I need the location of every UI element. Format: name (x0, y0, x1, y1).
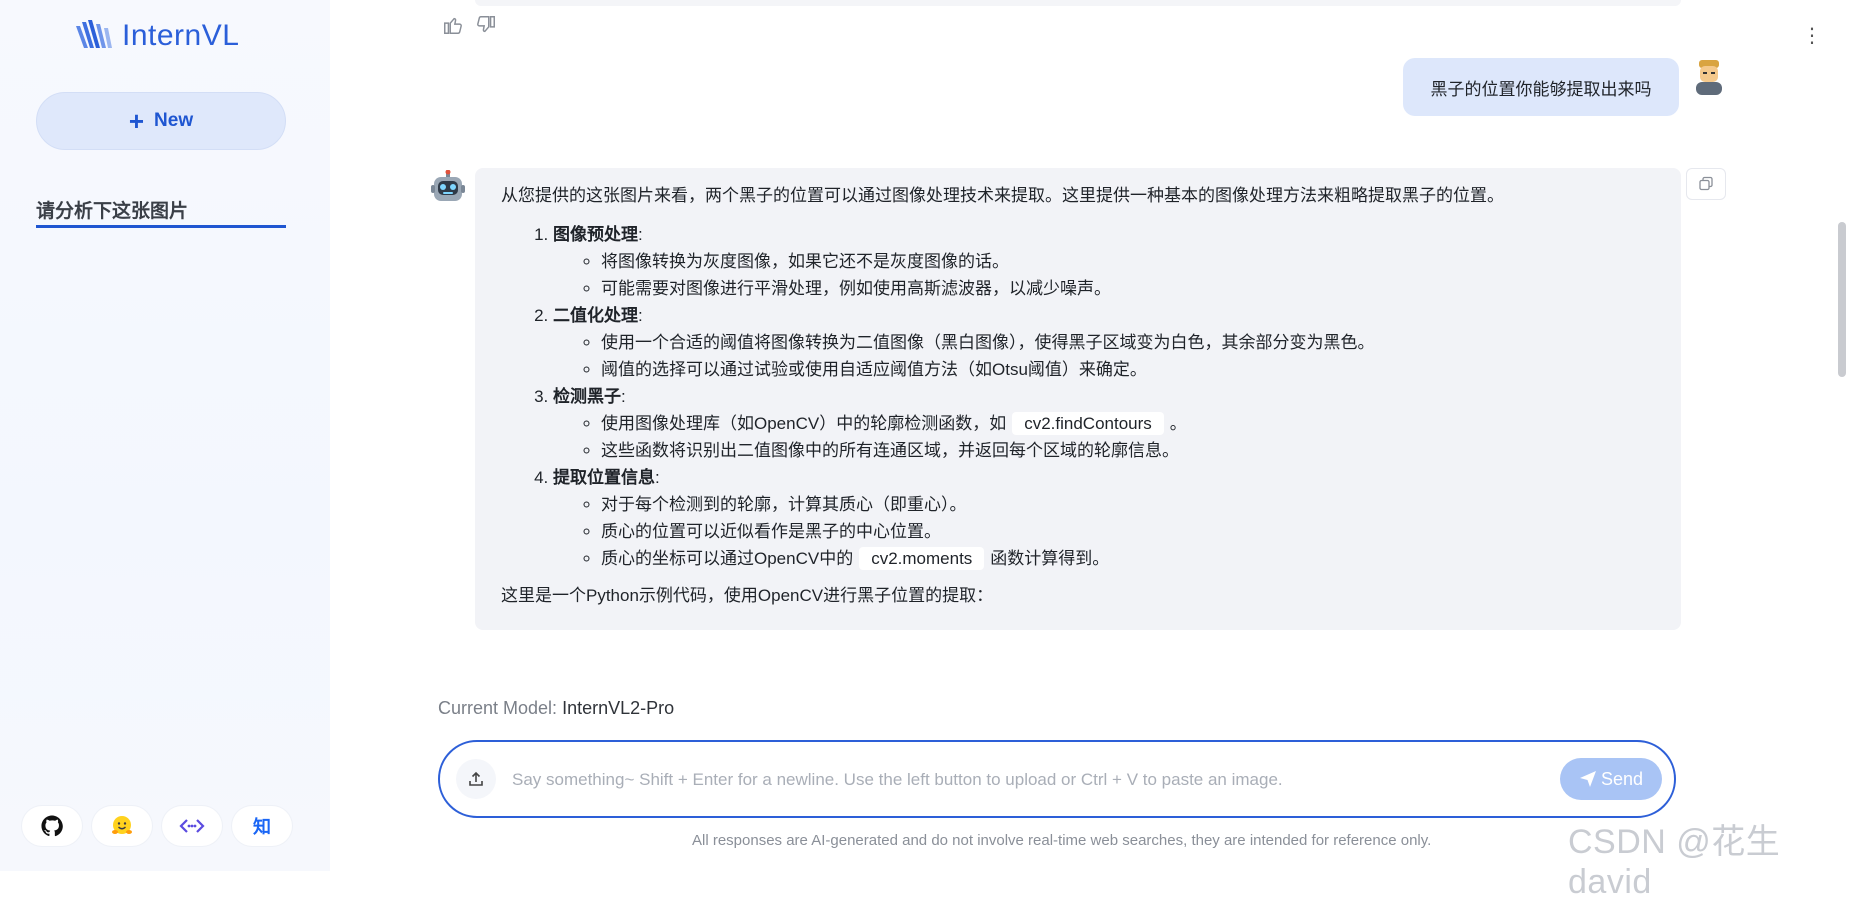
user-avatar-icon (1696, 60, 1722, 95)
upload-button[interactable] (456, 759, 496, 799)
thumbs-down-icon (477, 16, 495, 33)
point-text: 使用图像处理库（如OpenCV）中的轮廓检测函数，如 (601, 414, 1007, 433)
step-colon: : (638, 306, 643, 325)
thumbs-up-icon (444, 17, 462, 34)
message-input[interactable] (510, 762, 1524, 798)
send-icon (1579, 771, 1596, 787)
upload-icon (469, 771, 483, 786)
step-points: 使用一个合适的阈值将图像转换为二值图像（黑白图像），使得黑子区域变为白色，其余部… (553, 329, 1655, 383)
point-text: 质心的坐标可以通过OpenCV中的 (601, 549, 854, 568)
assistant-avatar-icon (431, 170, 465, 201)
step-point: 将图像转换为灰度图像，如果它还不是灰度图像的话。 (601, 248, 1655, 275)
github-icon (41, 815, 63, 837)
step-item: 二值化处理: 使用一个合适的阈值将图像转换为二值图像（黑白图像），使得黑子区域变… (553, 302, 1655, 383)
assistant-intro: 从您提供的这张图片来看，两个黑子的位置可以通过图像处理技术来提取。这里提供一种基… (501, 186, 1504, 205)
step-title: 二值化处理 (553, 306, 638, 325)
model-label: Current Model: (438, 698, 558, 718)
assistant-message: 从您提供的这张图片来看，两个黑子的位置可以通过图像处理技术来提取。这里提供一种基… (475, 168, 1681, 630)
step-item: 图像预处理: 将图像转换为灰度图像，如果它还不是灰度图像的话。 可能需要对图像进… (553, 221, 1655, 302)
model-value: InternVL2-Pro (562, 698, 675, 718)
step-point: 使用图像处理库（如OpenCV）中的轮廓检测函数，如 cv2.findContou… (601, 410, 1655, 437)
thumbs-down-button[interactable] (475, 14, 497, 41)
step-item: 提取位置信息: 对于每个检测到的轮廓，计算其质心（即重心）。 质心的位置可以近似… (553, 464, 1655, 572)
plus-icon: + (128, 106, 145, 136)
point-text: 。 (1169, 414, 1187, 433)
code-icon (179, 819, 205, 833)
sidebar: InternVL + New 请分析下这张图片 知 (0, 0, 330, 871)
step-point: 质心的坐标可以通过OpenCV中的 cv2.moments 函数计算得到。 (601, 545, 1655, 572)
chat-history-item[interactable]: 请分析下这张图片 (36, 192, 286, 228)
step-point: 这些函数将识别出二值图像中的所有连通区域，并返回每个区域的轮廓信息。 (601, 437, 1655, 464)
step-point: 质心的位置可以近似看作是黑子的中心位置。 (601, 518, 1655, 545)
zhihu-link[interactable]: 知 (232, 806, 292, 846)
current-model: Current Model: InternVL2-Pro (438, 698, 674, 719)
step-point: 对于每个检测到的轮廓，计算其质心（即重心）。 (601, 491, 1655, 518)
zhihu-icon: 知 (253, 817, 271, 837)
step-colon: : (638, 225, 643, 244)
github-link[interactable] (22, 806, 82, 846)
user-message: 黑子的位置你能够提取出来吗 (1403, 58, 1679, 116)
inline-code: cv2.moments (859, 547, 985, 570)
internvl-logo-icon (76, 20, 112, 48)
steps-list: 图像预处理: 将图像转换为灰度图像，如果它还不是灰度图像的话。 可能需要对图像进… (501, 221, 1655, 572)
huggingface-icon (112, 816, 132, 834)
copy-button[interactable] (1686, 168, 1726, 200)
send-label: Send (1600, 768, 1644, 789)
step-point: 可能需要对图像进行平滑处理，例如使用高斯滤波器，以减少噪声。 (601, 275, 1655, 302)
composer: Send (438, 740, 1676, 818)
previous-message-edge (475, 0, 1681, 6)
sidebar-footer-links: 知 (22, 806, 292, 846)
step-colon: : (655, 468, 660, 487)
step-points: 对于每个检测到的轮廓，计算其质心（即重心）。 质心的位置可以近似看作是黑子的中心… (553, 491, 1655, 572)
csdn-watermark: CSDN @花生david (1568, 823, 1781, 901)
more-options-button[interactable]: ⋮ (1802, 26, 1822, 46)
inline-code: cv2.findContours (1012, 412, 1164, 435)
logo-text: InternVL (122, 19, 240, 52)
step-title: 检测黑子 (553, 387, 621, 406)
point-text: 函数计算得到。 (990, 549, 1110, 568)
thumbs-up-button[interactable] (442, 14, 464, 41)
assistant-outro: 这里是一个Python示例代码，使用OpenCV进行黑子位置的提取： (501, 586, 994, 605)
step-colon: : (621, 387, 626, 406)
copy-icon (1699, 176, 1713, 191)
code-link[interactable] (162, 806, 222, 846)
chat-scrollbar[interactable] (1838, 222, 1846, 377)
step-point: 使用一个合适的阈值将图像转换为二值图像（黑白图像），使得黑子区域变为白色，其余部… (601, 329, 1655, 356)
logo: InternVL (74, 18, 239, 54)
step-points: 使用图像处理库（如OpenCV）中的轮廓检测函数，如 cv2.findContou… (553, 410, 1655, 464)
step-point: 阈值的选择可以通过试验或使用自适应阈值方法（如Otsu阈值）来确定。 (601, 356, 1655, 383)
new-chat-button[interactable]: + New (36, 92, 286, 150)
huggingface-link[interactable] (92, 806, 152, 846)
chat-main: ⋮ 黑子的位置你能够提取出来吗 从您提供的这张图片来看，两个黑子的位置可以通过图… (330, 0, 1862, 871)
disclaimer: All responses are AI-generated and do no… (692, 832, 1432, 849)
step-item: 检测黑子: 使用图像处理库（如OpenCV）中的轮廓检测函数，如 cv2.find… (553, 383, 1655, 464)
step-points: 将图像转换为灰度图像，如果它还不是灰度图像的话。 可能需要对图像进行平滑处理，例… (553, 248, 1655, 302)
new-chat-label: New (154, 110, 194, 131)
send-button[interactable]: Send (1560, 758, 1662, 800)
step-title: 图像预处理 (553, 225, 638, 244)
step-title: 提取位置信息 (553, 468, 655, 487)
